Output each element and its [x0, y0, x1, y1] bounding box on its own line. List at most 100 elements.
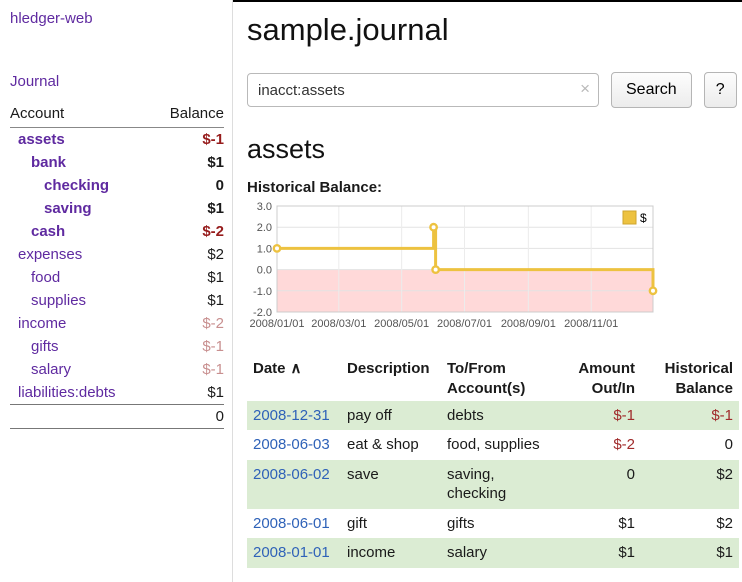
account-link[interactable]: assets [18, 131, 65, 148]
register-date-cell: 2008-12-31 [247, 401, 341, 431]
account-link[interactable]: bank [31, 154, 66, 171]
account-link[interactable]: income [18, 315, 66, 332]
main-panel: sample.journal × Search ? assets Histori… [233, 0, 742, 582]
transaction-date-link[interactable]: 2008-12-31 [253, 407, 330, 424]
register-description-cell: gift [341, 509, 441, 539]
search-button[interactable]: Search [611, 72, 692, 108]
chart-title: Historical Balance: [247, 179, 739, 196]
register-balance-cell: $2 [641, 509, 739, 539]
account-link[interactable]: supplies [31, 292, 86, 309]
register-description-cell: income [341, 538, 441, 568]
register-description-cell: eat & shop [341, 430, 441, 460]
chart-legend-label: $ [640, 211, 647, 225]
account-balance: $1 [151, 381, 224, 405]
search-input[interactable] [247, 73, 599, 107]
register-description-cell: save [341, 460, 441, 509]
account-row: salary$-1 [10, 358, 224, 381]
register-balance-cell: $1 [641, 538, 739, 568]
register-date-cell: 2008-06-03 [247, 430, 341, 460]
register-row[interactable]: 2008-06-02savesaving, checking0$2 [247, 460, 739, 509]
account-row: supplies $1 [10, 289, 224, 312]
register-row[interactable]: 2008-06-01giftgifts$1$2 [247, 509, 739, 539]
accounts-table: Account Balance assets$-1bank$1checking0… [10, 102, 224, 429]
register-amount-cell: $-2 [553, 430, 641, 460]
help-button[interactable]: ? [704, 72, 737, 108]
account-name-cell: bank [10, 151, 151, 174]
account-name-cell: supplies [10, 289, 151, 312]
account-balance: $-2 [151, 312, 224, 335]
account-link[interactable]: gifts [31, 338, 59, 355]
register-header-balance: Historical Balance [641, 357, 739, 401]
sidebar: hledger-web Journal Account Balance asse… [0, 0, 233, 582]
account-balance: 0 [151, 174, 224, 197]
register-amount-cell: $1 [553, 509, 641, 539]
sort-asc-icon: ∧ [291, 360, 302, 377]
account-heading: assets [247, 134, 739, 165]
accounts-header-balance: Balance [151, 102, 224, 128]
register-balance-cell: $-1 [641, 401, 739, 431]
account-name-cell: cash [10, 220, 151, 243]
hledger-web-app: hledger-web Journal Account Balance asse… [0, 0, 742, 582]
clear-search-icon[interactable]: × [580, 79, 590, 99]
transaction-date-link[interactable]: 2008-06-02 [253, 466, 330, 483]
account-link[interactable]: saving [44, 200, 92, 217]
account-balance: $1 [151, 151, 224, 174]
register-balance-cell: 0 [641, 430, 739, 460]
account-balance: $1 [151, 266, 224, 289]
register-date-cell: 2008-06-02 [247, 460, 341, 509]
transaction-date-link[interactable]: 2008-06-01 [253, 515, 330, 532]
account-link[interactable]: liabilities:debts [18, 384, 116, 401]
register-row[interactable]: 2008-01-01incomesalary$1$1 [247, 538, 739, 568]
account-row: liabilities:debts $1 [10, 381, 224, 405]
sidebar-item-journal[interactable]: Journal [10, 73, 224, 90]
account-name-cell: salary [10, 358, 151, 381]
account-balance: $-2 [151, 220, 224, 243]
account-name-cell: food [10, 266, 151, 289]
transaction-date-link[interactable]: 2008-01-01 [253, 544, 330, 561]
chart-data-point [430, 224, 436, 230]
register-amount-cell: $1 [553, 538, 641, 568]
chart-x-tick-label: 2008/09/01 [501, 318, 556, 330]
search-bar: × Search ? [247, 72, 739, 108]
chart-x-tick-label: 2008/03/01 [311, 318, 366, 330]
chart-x-tick-label: 2008/07/01 [437, 318, 492, 330]
account-link[interactable]: expenses [18, 246, 82, 263]
account-row: checking 0 [10, 174, 224, 197]
app-title-link[interactable]: hledger-web [10, 10, 224, 27]
account-name-cell: income [10, 312, 151, 335]
account-row: gifts $-1 [10, 335, 224, 358]
account-name-cell: checking [10, 174, 151, 197]
register-header-date-label: Date [253, 360, 286, 377]
account-row: cash $-2 [10, 220, 224, 243]
search-box: × [247, 73, 599, 107]
account-balance: $1 [151, 197, 224, 220]
register-row[interactable]: 2008-06-03eat & shopfood, supplies$-20 [247, 430, 739, 460]
account-row: saving $1 [10, 197, 224, 220]
account-link[interactable]: salary [31, 361, 71, 378]
accounts-total-value: 0 [151, 405, 224, 429]
register-header-row: Date∧ Description To/From Account(s) Amo… [247, 357, 739, 401]
account-name-cell: assets [10, 128, 151, 152]
register-amount-cell: $-1 [553, 401, 641, 431]
register-accounts-cell: saving, checking [441, 460, 553, 509]
chart-data-point [650, 288, 656, 294]
chart-y-tick-label: -1.0 [253, 286, 272, 298]
account-link[interactable]: food [31, 269, 60, 286]
register-description-cell: pay off [341, 401, 441, 431]
register-header-amount: Amount Out/In [553, 357, 641, 401]
account-balance: $-1 [151, 335, 224, 358]
account-link[interactable]: checking [44, 177, 109, 194]
accounts-total-spacer [10, 405, 151, 429]
register-table: Date∧ Description To/From Account(s) Amo… [247, 357, 739, 568]
account-row: bank $1 [10, 151, 224, 174]
register-header-description: Description [341, 357, 441, 401]
transaction-date-link[interactable]: 2008-06-03 [253, 436, 330, 453]
chart-data-point [274, 245, 280, 251]
account-link[interactable]: cash [31, 223, 65, 240]
register-balance-cell: $2 [641, 460, 739, 509]
chart-y-tick-label: 2.0 [257, 222, 272, 234]
account-balance: $1 [151, 289, 224, 312]
account-balance: $-1 [151, 128, 224, 152]
register-row[interactable]: 2008-12-31pay offdebts$-1$-1 [247, 401, 739, 431]
register-header-date[interactable]: Date ∧ [247, 357, 341, 401]
